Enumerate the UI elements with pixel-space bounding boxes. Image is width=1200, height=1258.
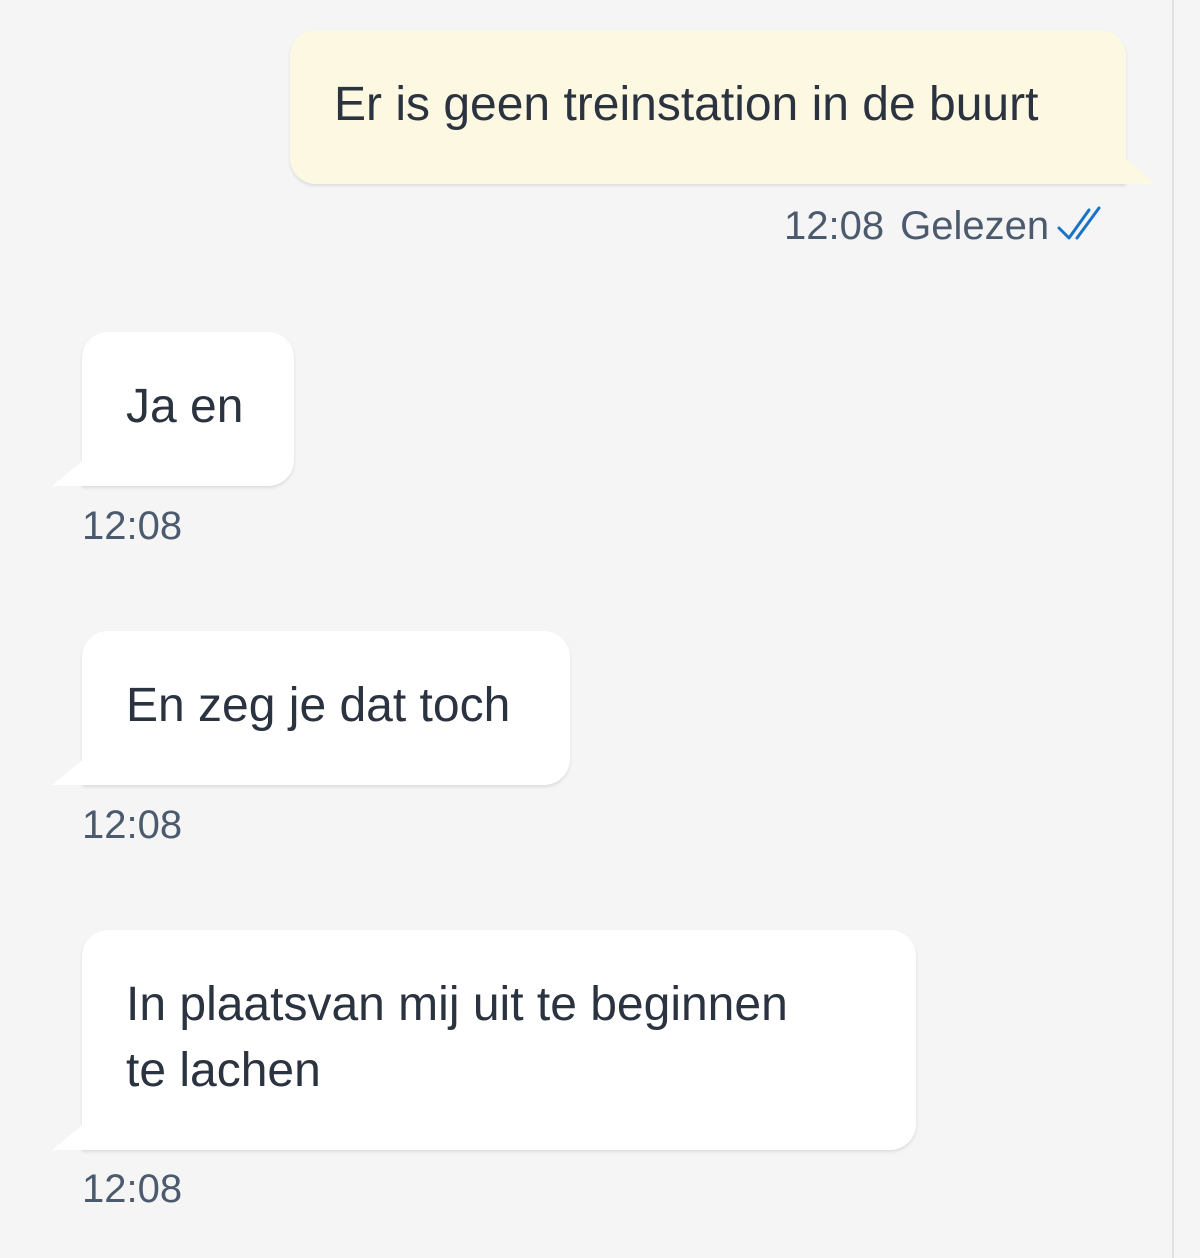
message-text: Er is geen treinstation in de buurt — [334, 78, 1039, 131]
message-bubble-outgoing[interactable]: Er is geen treinstation in de buurt — [290, 30, 1156, 184]
message-time: 12:08 — [82, 1167, 183, 1211]
read-status: Gelezen — [900, 204, 1050, 248]
message-bubble-incoming[interactable]: Ja en — [52, 332, 294, 486]
message-time: 12:08 — [784, 204, 885, 248]
message-bubble-incoming[interactable]: In plaatsvan mij uit te beginnen te lach… — [52, 930, 916, 1150]
bubble-tail — [52, 1122, 86, 1150]
message-time: 12:08 — [82, 504, 183, 548]
bubble-tail — [52, 458, 86, 486]
message-meta-outgoing: 12:08 Gelezen — [784, 204, 1103, 249]
message-time: 12:08 — [82, 803, 183, 847]
message-text: Ja en — [126, 380, 244, 433]
scrollbar-track[interactable] — [1172, 0, 1174, 1258]
double-check-icon — [1057, 206, 1101, 240]
bubble-tail — [52, 757, 86, 785]
message-text: In plaatsvan mij uit te beginnen te lach… — [126, 978, 788, 1097]
bubble-tail — [1122, 156, 1156, 184]
message-text: En zeg je dat toch — [126, 679, 511, 732]
message-bubble-incoming[interactable]: En zeg je dat toch — [52, 631, 570, 785]
